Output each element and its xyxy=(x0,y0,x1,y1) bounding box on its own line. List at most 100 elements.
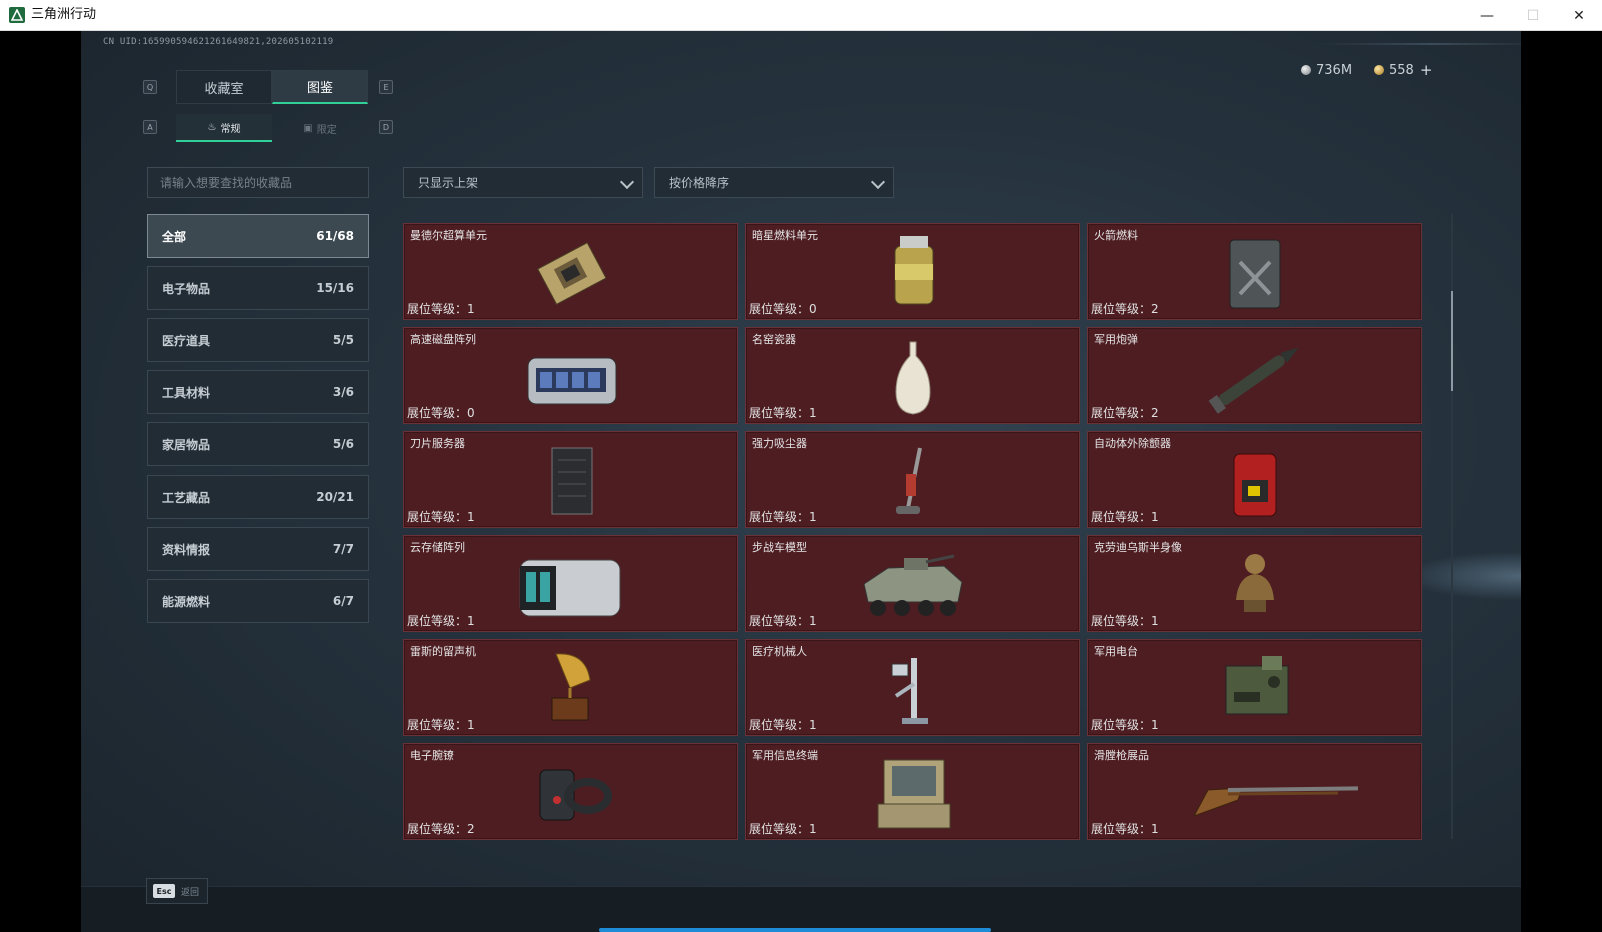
category-label: 家居物品 xyxy=(162,437,211,452)
item-name: 军用电台 xyxy=(1094,645,1138,658)
category-household[interactable]: 家居物品 5/6 xyxy=(147,422,369,466)
tab-limited[interactable]: ▣ 限定 xyxy=(272,114,368,142)
category-all[interactable]: 全部 61/68 xyxy=(147,214,369,258)
silver-amount: 736M xyxy=(1316,62,1353,78)
tab-regular[interactable]: ♨ 常规 xyxy=(176,114,272,142)
hotkey-prev-subtab: A xyxy=(143,120,157,134)
category-count: 6/7 xyxy=(332,594,354,608)
supercomputer-chip-icon xyxy=(537,242,607,306)
item-level: 展位等级：2 xyxy=(1091,302,1159,316)
military-terminal-icon xyxy=(877,759,951,829)
item-card[interactable]: 步战车模型 展位等级：1 xyxy=(745,535,1080,632)
hotkey-next-subtab: D xyxy=(379,120,393,134)
item-card[interactable]: 强力吸尘器 展位等级：1 xyxy=(745,431,1080,528)
item-card[interactable]: 名窑瓷器 展位等级：1 xyxy=(745,327,1080,424)
item-name: 刀片服务器 xyxy=(410,437,465,450)
bottom-bar xyxy=(81,886,1521,932)
item-level: 展位等级：1 xyxy=(407,614,475,628)
item-level: 展位等级：1 xyxy=(407,510,475,524)
item-card[interactable]: 自动体外除颤器 展位等级：1 xyxy=(1087,431,1422,528)
grid-scrollbar-thumb[interactable] xyxy=(1451,291,1453,391)
listing-filter-value: 只显示上架 xyxy=(418,176,479,190)
silver-currency: 736M xyxy=(1301,61,1352,79)
item-name: 高速磁盘阵列 xyxy=(410,333,476,346)
item-card[interactable]: 军用信息终端 展位等级：1 xyxy=(745,743,1080,840)
item-level: 展位等级：1 xyxy=(1091,822,1159,836)
item-card[interactable]: 医疗机械人 展位等级：1 xyxy=(745,639,1080,736)
item-level: 展位等级：2 xyxy=(407,822,475,836)
item-card[interactable]: 军用电台 展位等级：1 xyxy=(1087,639,1422,736)
fuel-canister-icon xyxy=(894,236,934,305)
category-electronics[interactable]: 电子物品 15/16 xyxy=(147,266,369,310)
item-level: 展位等级：1 xyxy=(749,718,817,732)
tab-collection-room[interactable]: 收藏室 xyxy=(176,70,272,104)
item-name: 军用信息终端 xyxy=(752,749,818,762)
window-title: 三角洲行动 xyxy=(31,7,97,22)
item-name: 曼德尔超算单元 xyxy=(410,229,487,242)
category-tools[interactable]: 工具材料 3/6 xyxy=(147,370,369,414)
minimize-button[interactable]: — xyxy=(1464,0,1510,31)
listing-filter-dropdown[interactable]: 只显示上架 xyxy=(403,167,643,198)
maximize-button[interactable]: ☐ xyxy=(1510,0,1556,31)
gold-coin-icon xyxy=(1374,65,1384,75)
tab-catalog[interactable]: 图鉴 xyxy=(272,70,368,104)
app-logo-icon xyxy=(9,7,25,23)
category-label: 医疗道具 xyxy=(162,333,211,348)
hotkey-prev-tab: Q xyxy=(143,80,157,94)
item-level: 展位等级：1 xyxy=(1091,510,1159,524)
category-intel[interactable]: 资料情报 7/7 xyxy=(147,527,369,571)
item-level: 展位等级：1 xyxy=(407,718,475,732)
medical-robot-icon xyxy=(891,658,928,724)
window-titlebar: 三角洲行动 — ☐ ✕ xyxy=(0,0,1602,31)
item-card[interactable]: 雷斯的留声机 展位等级：1 xyxy=(403,639,738,736)
item-card[interactable]: 火箭燃料 展位等级：2 xyxy=(1087,223,1422,320)
back-button[interactable]: Esc 返回 xyxy=(146,878,208,904)
item-card[interactable]: 云存储阵列 展位等级：1 xyxy=(403,535,738,632)
blade-server-icon xyxy=(551,447,593,515)
category-medical[interactable]: 医疗道具 5/5 xyxy=(147,318,369,362)
search-input[interactable]: 请输入想要查找的收藏品 xyxy=(147,167,369,198)
category-crafts[interactable]: 工艺藏品 20/21 xyxy=(147,475,369,519)
item-name: 暗星燃料单元 xyxy=(752,229,818,242)
item-card[interactable]: 滑膛枪展品 展位等级：1 xyxy=(1087,743,1422,840)
bust-statue-icon xyxy=(1236,554,1274,612)
item-card[interactable]: 刀片服务器 展位等级：1 xyxy=(403,431,738,528)
category-label: 电子物品 xyxy=(162,281,211,296)
close-button[interactable]: ✕ xyxy=(1556,0,1602,31)
item-card[interactable]: 高速磁盘阵列 展位等级：0 xyxy=(403,327,738,424)
item-level: 展位等级：1 xyxy=(749,822,817,836)
item-card[interactable]: 电子腕镣 展位等级：2 xyxy=(403,743,738,840)
item-name: 名窑瓷器 xyxy=(752,333,796,346)
category-fuel[interactable]: 能源燃料 6/7 xyxy=(147,579,369,623)
sub-tabs: ♨ 常规 ▣ 限定 xyxy=(176,114,368,142)
vacuum-cleaner-icon xyxy=(896,447,922,514)
tab-limited-label: 限定 xyxy=(316,124,337,136)
item-name: 电子腕镣 xyxy=(410,749,454,762)
disk-array-icon xyxy=(527,357,617,405)
item-level: 展位等级：1 xyxy=(749,406,817,420)
item-card[interactable]: 曼德尔超算单元 展位等级：1 xyxy=(403,223,738,320)
player-uid: CN UID:1659905946212616498​21,2026051021… xyxy=(103,37,334,47)
item-name: 医疗机械人 xyxy=(752,645,807,658)
hotkey-next-tab: E xyxy=(379,80,393,94)
category-label: 全部 xyxy=(162,229,187,244)
cloud-storage-icon xyxy=(519,559,621,617)
category-count: 3/6 xyxy=(332,385,354,399)
category-label: 工具材料 xyxy=(162,385,211,400)
item-name: 雷斯的留声机 xyxy=(410,645,476,658)
item-card[interactable]: 克劳迪乌斯半身像 展位等级：1 xyxy=(1087,535,1422,632)
category-label: 工艺藏品 xyxy=(162,490,211,505)
sort-dropdown[interactable]: 按价格降序 xyxy=(654,167,894,198)
jerry-can-icon xyxy=(1229,239,1281,309)
item-name: 滑膛枪展品 xyxy=(1094,749,1149,762)
category-count: 5/5 xyxy=(332,333,354,347)
item-card[interactable]: 暗星燃料单元 展位等级：0 xyxy=(745,223,1080,320)
add-currency-icon[interactable]: + xyxy=(1420,61,1433,79)
item-card[interactable]: 军用炮弹 展位等级：2 xyxy=(1087,327,1422,424)
sort-value: 按价格降序 xyxy=(669,176,730,190)
item-name: 克劳迪乌斯半身像 xyxy=(1094,541,1182,554)
item-name: 强力吸尘器 xyxy=(752,437,807,450)
gold-currency[interactable]: 558 + xyxy=(1374,61,1432,79)
item-level: 展位等级：1 xyxy=(407,302,475,316)
ifv-model-icon xyxy=(863,554,963,616)
